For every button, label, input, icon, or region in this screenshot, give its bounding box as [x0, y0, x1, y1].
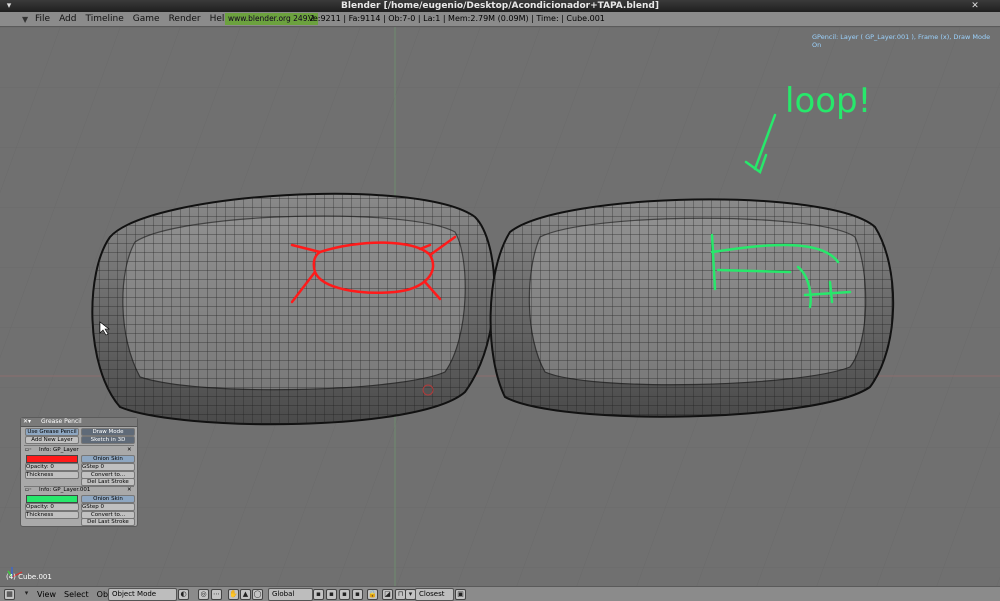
- translate-icon[interactable]: ▲: [240, 589, 251, 600]
- right-mesh-object[interactable]: [489, 198, 895, 418]
- layer-1-gstep-field[interactable]: GStep 0: [81, 463, 135, 471]
- layer-buttons-icon[interactable]: ▪: [339, 589, 350, 600]
- layer-2-delete-stroke-button[interactable]: Del Last Stroke: [81, 518, 135, 526]
- draw-type-icon[interactable]: ◐: [178, 589, 189, 600]
- snap-mode-select[interactable]: Closest: [415, 588, 454, 601]
- window-menu-icon[interactable]: ▾: [4, 1, 14, 11]
- layer-2-info[interactable]: Info: GP_Layer.001: [39, 487, 90, 493]
- header-collapse-icon[interactable]: ▾: [22, 589, 31, 598]
- use-grease-pencil-toggle[interactable]: Use Grease Pencil: [25, 428, 79, 436]
- window-title-bar: Blender [/home/eugenio/Desktop/Acondicio…: [0, 0, 1000, 12]
- layer-lock-icon[interactable]: ▫◦: [25, 447, 32, 453]
- layer-buttons-icon[interactable]: ▪: [313, 589, 324, 600]
- header-collapse-icon[interactable]: ▼: [22, 15, 28, 24]
- scene-stats: Ve:9211 | Fa:9114 | Ob:7-0 | La:1 | Mem:…: [308, 14, 605, 23]
- layer-1-onion-skin-toggle[interactable]: Onion Skin: [81, 455, 135, 463]
- add-new-layer-button[interactable]: Add New Layer: [25, 436, 79, 444]
- menu-view[interactable]: View: [37, 590, 56, 599]
- menu-timeline[interactable]: Timeline: [86, 14, 124, 24]
- layer-1-delete-icon[interactable]: ✕: [127, 447, 132, 453]
- layer-1-opacity-slider[interactable]: Opacity: 0: [25, 463, 79, 471]
- layer-1-color-swatch[interactable]: [26, 455, 78, 463]
- layer-2-delete-icon[interactable]: ✕: [127, 487, 132, 493]
- viewport-scene: loop!: [0, 27, 1000, 586]
- loop-handwritten-note: loop!: [785, 81, 871, 121]
- layer-2-thickness-slider[interactable]: Thickness: [25, 511, 79, 519]
- pivot-icon[interactable]: ◎: [198, 589, 209, 600]
- blender-site-badge[interactable]: www.blender.org 249.2: [225, 13, 318, 25]
- layer-1-thickness-slider[interactable]: Thickness: [25, 471, 79, 479]
- layer-buttons-icon[interactable]: ▪: [326, 589, 337, 600]
- layer-separator: [24, 445, 134, 446]
- window-title: Blender [/home/eugenio/Desktop/Acondicio…: [341, 1, 659, 11]
- grease-pencil-title: Grease Pencil: [41, 418, 82, 425]
- rotate-icon[interactable]: ◯: [252, 589, 263, 600]
- layer-2-gstep-field[interactable]: GStep 0: [81, 503, 135, 511]
- layer-1-delete-stroke-button[interactable]: Del Last Stroke: [81, 478, 135, 486]
- sketch-in-3d-toggle[interactable]: Sketch in 3D: [81, 436, 135, 444]
- 3d-viewport[interactable]: loop! GPencil: Layer ( GP_Layer.001 ), F…: [0, 27, 1000, 586]
- layer-2-color-swatch[interactable]: [26, 495, 78, 503]
- left-mesh-object[interactable]: [91, 192, 496, 426]
- orientation-select[interactable]: Global: [268, 588, 313, 601]
- menu-select[interactable]: Select: [64, 590, 89, 599]
- gpencil-status-overlay: GPencil: Layer ( GP_Layer.001 ), Frame (…: [812, 33, 991, 49]
- menu-file[interactable]: File: [35, 14, 50, 24]
- lock-icon[interactable]: 🔒: [367, 589, 378, 600]
- layer-lock-icon[interactable]: ▫◦: [25, 487, 32, 493]
- panel-close-icon[interactable]: ✕▾: [23, 418, 31, 426]
- layer-buttons-icon[interactable]: ▪: [352, 589, 363, 600]
- main-menu: File Add Timeline Game Render Help: [35, 12, 230, 26]
- layer-1-info[interactable]: Info: GP_Layer: [39, 447, 79, 453]
- close-window-icon[interactable]: ✕: [970, 1, 980, 11]
- layer-2-opacity-slider[interactable]: Opacity: 0: [25, 503, 79, 511]
- grease-pencil-panel: ✕▾ Grease Pencil Use Grease Pencil Draw …: [20, 417, 138, 527]
- screenshot-icon[interactable]: ▣: [455, 589, 466, 600]
- editor-type-icon[interactable]: ▦: [4, 589, 15, 600]
- menu-game[interactable]: Game: [133, 14, 160, 24]
- menu-render[interactable]: Render: [169, 14, 201, 24]
- layer-2-onion-skin-toggle[interactable]: Onion Skin: [81, 495, 135, 503]
- manipulator-hand-icon[interactable]: ✋: [228, 589, 239, 600]
- limit-selection-icon[interactable]: ⋯: [211, 589, 222, 600]
- 3d-view-header: ▦ ▾ View Select Object Object Mode ◐ ◎ ⋯…: [0, 586, 1000, 601]
- render-icon[interactable]: ◪: [382, 589, 393, 600]
- grease-pencil-panel-header[interactable]: ✕▾ Grease Pencil: [21, 418, 137, 427]
- active-object-label: (4) Cube.001: [6, 573, 52, 581]
- draw-mode-toggle[interactable]: Draw Mode: [81, 428, 135, 436]
- info-header: ▼ File Add Timeline Game Render Help www…: [0, 12, 1000, 27]
- menu-add[interactable]: Add: [59, 14, 76, 24]
- mode-select[interactable]: Object Mode: [108, 588, 177, 601]
